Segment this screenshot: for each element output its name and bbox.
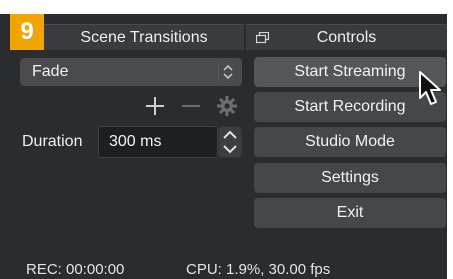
scene-transitions-title-text: Scene Transitions bbox=[80, 28, 208, 46]
controls-title-text: Controls bbox=[316, 28, 377, 46]
settings-button[interactable]: Settings bbox=[254, 163, 446, 193]
top-margin bbox=[0, 0, 453, 14]
controls-dock-title: Controls bbox=[246, 24, 447, 50]
mouse-pointer-icon bbox=[418, 70, 444, 108]
studio-mode-label: Studio Mode bbox=[305, 133, 395, 150]
transition-select[interactable]: Fade bbox=[20, 58, 242, 86]
float-dock-icon[interactable] bbox=[255, 31, 270, 44]
gear-icon[interactable] bbox=[216, 95, 238, 117]
duration-value: 300 ms bbox=[109, 133, 162, 150]
settings-label: Settings bbox=[321, 169, 379, 186]
status-bar: REC: 00:00:00 CPU: 1.9%, 30.00 fps bbox=[0, 252, 453, 279]
start-recording-label: Start Recording bbox=[294, 98, 406, 115]
recording-time: REC: 00:00:00 bbox=[26, 261, 125, 278]
scene-transitions-dock-title: Scene Transitions bbox=[44, 24, 244, 50]
exit-button[interactable]: Exit bbox=[254, 198, 446, 228]
start-streaming-label: Start Streaming bbox=[294, 63, 406, 80]
plus-icon[interactable] bbox=[144, 95, 166, 117]
minus-icon[interactable] bbox=[180, 95, 202, 117]
exit-label: Exit bbox=[336, 204, 364, 221]
step-number-badge: 9 bbox=[10, 14, 44, 50]
transition-toolbar bbox=[144, 95, 244, 119]
duration-input[interactable]: 300 ms bbox=[98, 126, 218, 158]
studio-mode-button[interactable]: Studio Mode bbox=[254, 127, 446, 157]
cpu-usage: CPU: 1.9%, 30.00 fps bbox=[186, 261, 331, 278]
select-arrows-icon bbox=[218, 62, 236, 82]
duration-label: Duration bbox=[22, 133, 83, 150]
right-margin bbox=[447, 0, 453, 279]
duration-stepper-icon[interactable] bbox=[218, 126, 242, 158]
transition-select-value: Fade bbox=[32, 63, 69, 80]
